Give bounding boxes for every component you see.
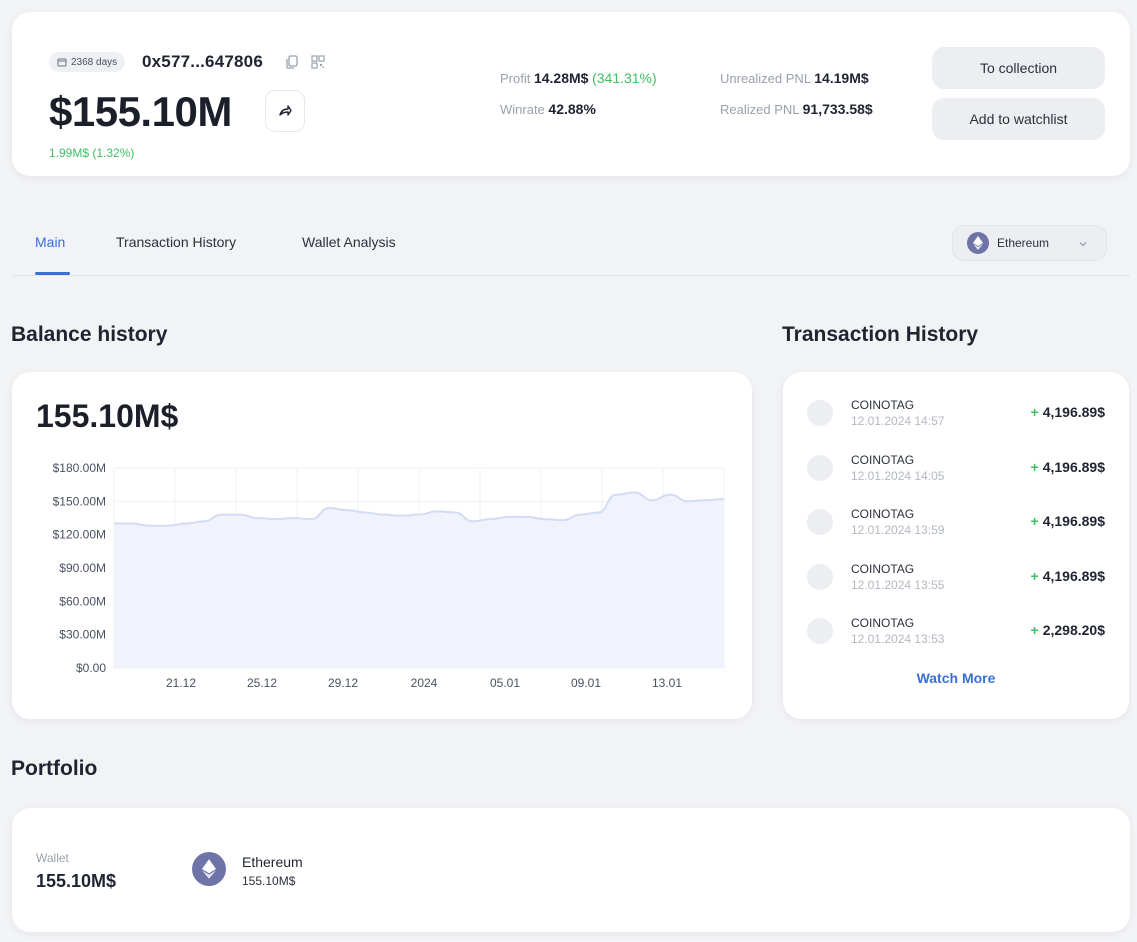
transaction-name: COINOTAG <box>851 616 915 630</box>
transaction-time: 12.01.2024 14:05 <box>851 468 945 483</box>
transaction-time: 12.01.2024 13:55 <box>851 577 945 592</box>
y-tick-label: $90.00M <box>59 561 106 575</box>
transaction-history-heading: Transaction History <box>782 323 979 346</box>
token-avatar <box>807 400 833 426</box>
transaction-name: COINOTAG <box>851 561 915 576</box>
transaction-name: COINOTAG <box>851 398 915 412</box>
unrealized-label: Unrealized PNL <box>720 71 811 86</box>
transaction-amount: +4,196.89$ <box>1031 568 1105 584</box>
asset-name: Ethereum <box>242 854 303 870</box>
wallet-label: Wallet <box>36 851 69 865</box>
realized-label: Realized PNL <box>720 102 800 117</box>
profit-stat: Profit 14.28M$ (341.31%) <box>500 70 657 86</box>
y-tick-label: $0.00 <box>76 661 106 675</box>
transaction-time: 12.01.2024 13:53 <box>851 632 945 646</box>
balance-area <box>114 492 724 668</box>
add-to-watchlist-button[interactable]: Add to watchlist <box>932 98 1105 140</box>
transaction-amount: +4,196.89$ <box>1031 459 1105 475</box>
balance-history-heading: Balance history <box>11 323 168 346</box>
tab-main[interactable]: Main <box>35 234 65 250</box>
x-tick-label: 2024 <box>411 676 438 690</box>
transaction-time: 12.01.2024 14:57 <box>851 414 945 428</box>
x-tick-label: 29.12 <box>328 676 358 690</box>
transaction-row[interactable]: COINOTAG 12.01.2024 13:53 +2,298.20$ <box>783 616 1129 656</box>
share-button[interactable] <box>265 90 305 132</box>
y-tick-label: $30.00M <box>59 628 106 642</box>
balance-history-value: 155.10M$ <box>36 398 179 434</box>
realized-value: 91,733.58$ <box>802 101 873 117</box>
qr-code-icon[interactable] <box>310 54 326 70</box>
transaction-history-card: COINOTAG 12.01.2024 14:57 +4,196.89$ COINOT… <box>783 372 1129 719</box>
asset-value: 155.10M$ <box>242 874 296 888</box>
winrate-stat: Winrate 42.88% <box>500 101 596 117</box>
wallet-value: 155.10M$ <box>36 871 117 891</box>
profit-pct: (341.31%) <box>592 70 657 86</box>
plus-sign: + <box>1030 622 1039 638</box>
days-badge: 2368 days <box>49 52 126 72</box>
tab-transaction-history[interactable]: Transaction History <box>116 234 236 250</box>
unrealized-pnl-stat: Unrealized PNL 14.19M$ <box>720 70 869 86</box>
transaction-amount: +2,298.20$ <box>1031 622 1105 638</box>
x-tick-label: 25.12 <box>247 676 277 690</box>
watch-more-link[interactable]: Watch More <box>783 670 1129 686</box>
winrate-value: 42.88% <box>548 101 596 117</box>
token-avatar <box>807 454 833 481</box>
wallet-header-card: 2368 days 0x577...647806 $155.10M 1.99M$… <box>12 12 1130 176</box>
transaction-amount: +4,196.89$ <box>1031 404 1105 420</box>
transaction-row[interactable]: COINOTAG 12.01.2024 13:59 +4,196.89$ <box>783 507 1129 547</box>
transaction-amount-value: 4,196.89$ <box>1042 404 1105 420</box>
calendar-icon <box>57 58 67 67</box>
transaction-amount-value: 4,196.89$ <box>1042 513 1105 529</box>
realized-pnl-stat: Realized PNL 91,733.58$ <box>720 101 873 117</box>
profit-label: Profit <box>500 71 531 86</box>
balance-chart: $0.00 $30.00M $60.00M $90.00M $120.00M $150.0… <box>53 461 725 690</box>
transaction-row[interactable]: COINOTAG 12.01.2024 14:57 +4,196.89$ <box>783 398 1129 438</box>
transaction-name: COINOTAG <box>851 452 915 467</box>
y-tick-label: $180.00M <box>53 461 106 475</box>
y-tick-label: $60.00M <box>59 594 106 608</box>
x-tick-label: 09.01 <box>571 676 601 690</box>
network-select-value: Ethereum <box>997 236 1050 250</box>
tabs-divider <box>12 275 1130 276</box>
token-avatar <box>807 563 833 590</box>
transaction-name: COINOTAG <box>851 507 915 521</box>
transaction-row[interactable]: COINOTAG 12.01.2024 14:05 +4,196.89$ <box>783 453 1129 493</box>
tab-wallet-analysis[interactable]: Wallet Analysis <box>302 234 396 250</box>
profit-value: 14.28M$ <box>533 70 589 86</box>
plus-sign: + <box>1030 458 1039 475</box>
balance-change: 1.99M$ (1.32%) <box>49 146 135 160</box>
plus-sign: + <box>1030 567 1039 584</box>
to-collection-button[interactable]: To collection <box>932 47 1105 89</box>
wallet-address: 0x577...647806 <box>142 52 263 71</box>
copy-icon[interactable] <box>284 54 300 70</box>
x-tick-label: 05.01 <box>490 676 520 690</box>
ethereum-icon <box>967 232 989 254</box>
x-tick-label: 21.12 <box>166 676 196 690</box>
unrealized-value: 14.19M$ <box>814 70 869 86</box>
transaction-amount-value: 4,196.89$ <box>1042 458 1105 475</box>
y-tick-label: $150.00M <box>53 494 106 508</box>
days-badge-text: 2368 days <box>71 56 118 68</box>
plus-sign: + <box>1030 404 1039 420</box>
balance-history-card: 155.10M$ $0.00 $30.00M $60.00M $90.00M $120.… <box>12 372 752 719</box>
token-avatar <box>807 618 833 644</box>
transaction-amount: +4,196.89$ <box>1031 513 1105 529</box>
x-tick-label: 13.01 <box>652 676 682 690</box>
token-avatar <box>807 509 833 535</box>
transaction-row[interactable]: COINOTAG 12.01.2024 13:55 +4,196.89$ <box>783 562 1129 602</box>
portfolio-card: Wallet 155.10M$ Ethereum 155.10M$ <box>12 808 1130 932</box>
network-select[interactable]: Ethereum <box>952 225 1107 261</box>
transaction-amount-value: 4,196.89$ <box>1042 567 1105 584</box>
total-balance: $155.10M <box>49 88 232 135</box>
transaction-time: 12.01.2024 13:59 <box>851 523 945 537</box>
plus-sign: + <box>1030 513 1039 529</box>
ethereum-logo-icon <box>192 852 226 886</box>
portfolio-heading: Portfolio <box>11 757 98 780</box>
y-tick-label: $120.00M <box>53 528 106 542</box>
share-icon <box>279 105 292 116</box>
chevron-down-icon <box>1079 242 1087 247</box>
transaction-amount-value: 2,298.20$ <box>1042 622 1105 638</box>
winrate-label: Winrate <box>500 102 545 117</box>
